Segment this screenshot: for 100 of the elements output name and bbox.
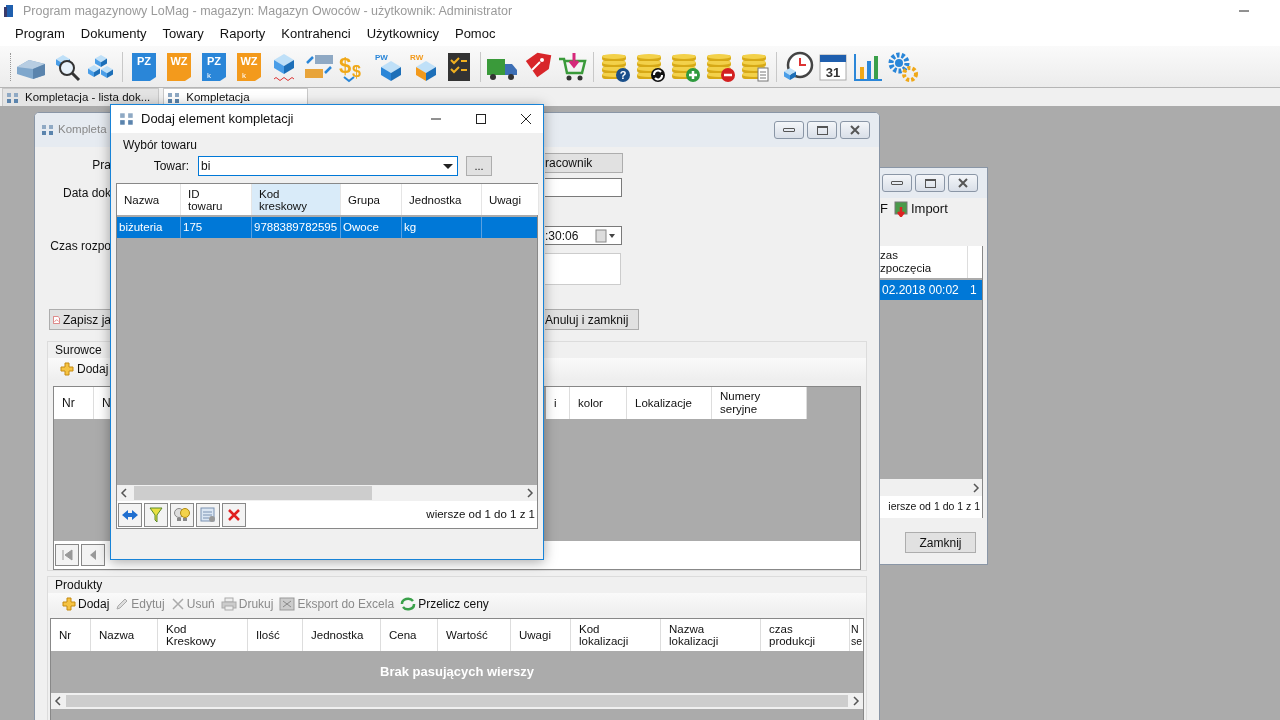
field-label: Pra [92,157,111,174]
column-header[interactable]: Ilość [248,619,303,651]
column-header[interactable]: Numery seryjne [712,387,807,419]
menu-item[interactable]: Kontrahenci [273,24,359,44]
date-field[interactable] [545,178,622,197]
maximize-icon[interactable] [475,113,487,125]
menu-item[interactable]: Towary [154,24,212,44]
field-label: Towar: [152,158,189,175]
field-label: Data dok [62,185,111,202]
document-tab[interactable]: Kompletacja - lista dok... [2,88,160,106]
light-bulbs-icon [173,506,191,523]
cancel-button[interactable]: Anuluj i zamknij [545,309,639,330]
previous-page-button[interactable] [81,544,105,566]
close-button[interactable] [840,121,870,139]
notes-field[interactable] [545,253,621,285]
grid-tool-button[interactable] [144,502,168,527]
browse-button[interactable]: ... [466,156,492,176]
close-icon[interactable] [520,113,532,125]
table-cell: Owoce [341,217,402,238]
import-button[interactable]: Import [893,199,948,219]
group-title: Produkty [55,578,104,592]
table-cell: kg [402,217,482,238]
group-title: Wybór towaru [123,137,198,154]
row-count-text: wiersze od 1 do 1 z 1 [426,506,535,522]
minimize-icon [783,128,795,132]
column-header[interactable]: Kod lokalizacji [571,619,661,651]
settings-icon[interactable] [887,50,919,83]
delete-icon [227,507,241,522]
first-page-button[interactable] [55,544,79,566]
grid-tool-button[interactable] [222,502,246,527]
cart-icon[interactable] [556,50,588,83]
column-header[interactable]: Kod Kreskowy [158,619,248,651]
menu-item[interactable]: Użytkownicy [358,24,447,44]
minimize-icon [891,181,903,185]
menu-item[interactable]: Program [7,24,73,44]
table-cell-text: 02.2018 00:02 [881,282,960,299]
clock-icon[interactable] [782,50,814,83]
scroll-right-icon[interactable] [852,696,860,706]
column-header[interactable]: Cena [381,619,438,651]
time-field[interactable]: :30:06 [545,226,622,245]
column-header[interactable]: N se [850,619,863,651]
column-header[interactable]: Kod kreskowy [252,184,341,215]
scrollbar-thumb[interactable] [66,695,848,707]
grid-tool-button[interactable] [170,502,194,527]
toolbar-text: F [880,200,888,219]
app-icon [4,4,16,18]
menu-item[interactable]: Raporty [211,24,274,44]
grid-tool-button[interactable] [196,502,220,527]
calendar-dropdown-icon[interactable] [595,228,617,243]
close-window-button[interactable]: Zamknij [905,532,976,553]
spreadsheet-icon [279,597,296,611]
restore-icon [924,178,936,188]
restore-button[interactable] [807,121,837,139]
product-combo-field[interactable]: bi [198,156,458,176]
scroll-right-icon[interactable] [972,482,980,493]
column-header[interactable]: Nazwa lokalizacji [661,619,761,651]
table-cell: 9788389782595 [252,217,341,238]
table-cell: 175 [181,217,252,238]
table-cell-text: 1 [969,282,977,299]
scroll-left-icon[interactable] [54,696,62,706]
column-header[interactable]: i [546,387,570,419]
column-header[interactable]: Nazwa [91,619,158,651]
menu-item[interactable]: Dokumenty [72,24,155,44]
double-arrow-icon [121,508,139,521]
close-icon [957,178,969,188]
scroll-left-icon[interactable] [120,488,128,498]
toolbar-button[interactable]: Dodaj [62,595,110,613]
scroll-right-icon[interactable] [526,488,534,498]
column-header[interactable]: kolor [570,387,627,419]
refresh-icon [400,597,417,611]
tab-icon [6,91,20,104]
grid-tool-button[interactable] [118,502,142,527]
add-button[interactable]: Dodaj [60,360,109,378]
restore-icon [816,125,828,135]
employee-button[interactable]: racownik [545,153,623,173]
minimize-button[interactable] [774,121,804,139]
plus-icon [62,597,76,611]
save-pdf-button[interactable]: Zapisz ja [49,309,111,330]
column-header[interactable]: Uwagi [511,619,571,651]
column-header[interactable]: Nr [51,619,91,651]
column-header[interactable]: Jednostka [303,619,381,651]
close-button[interactable] [948,174,978,192]
tab-icon [167,91,182,104]
table-row[interactable]: biżuteria 175 9788389782595 Owoce kg [117,217,537,238]
table-row[interactable]: 02.2018 00:02 1 [880,280,982,300]
plus-icon [60,362,74,376]
row-count-text: iersze od 1 do 1 z 1 [888,499,980,515]
filter-icon [149,506,163,523]
column-header[interactable]: Wartość [438,619,511,651]
column-header[interactable]: czas produkcji [761,619,850,651]
column-header[interactable]: Lokalizacje [627,387,712,419]
scrollbar-thumb[interactable] [134,486,372,500]
window-title: Kompleta [58,122,107,138]
group-title: Surowce [55,343,103,357]
menu-item[interactable]: Pomoc [446,24,504,44]
column-header[interactable]: Nr [54,387,94,419]
restore-button[interactable] [915,174,945,192]
toolbar-button[interactable]: Przelicz ceny [400,595,489,613]
minimize-button[interactable] [882,174,912,192]
close-icon [849,125,861,135]
